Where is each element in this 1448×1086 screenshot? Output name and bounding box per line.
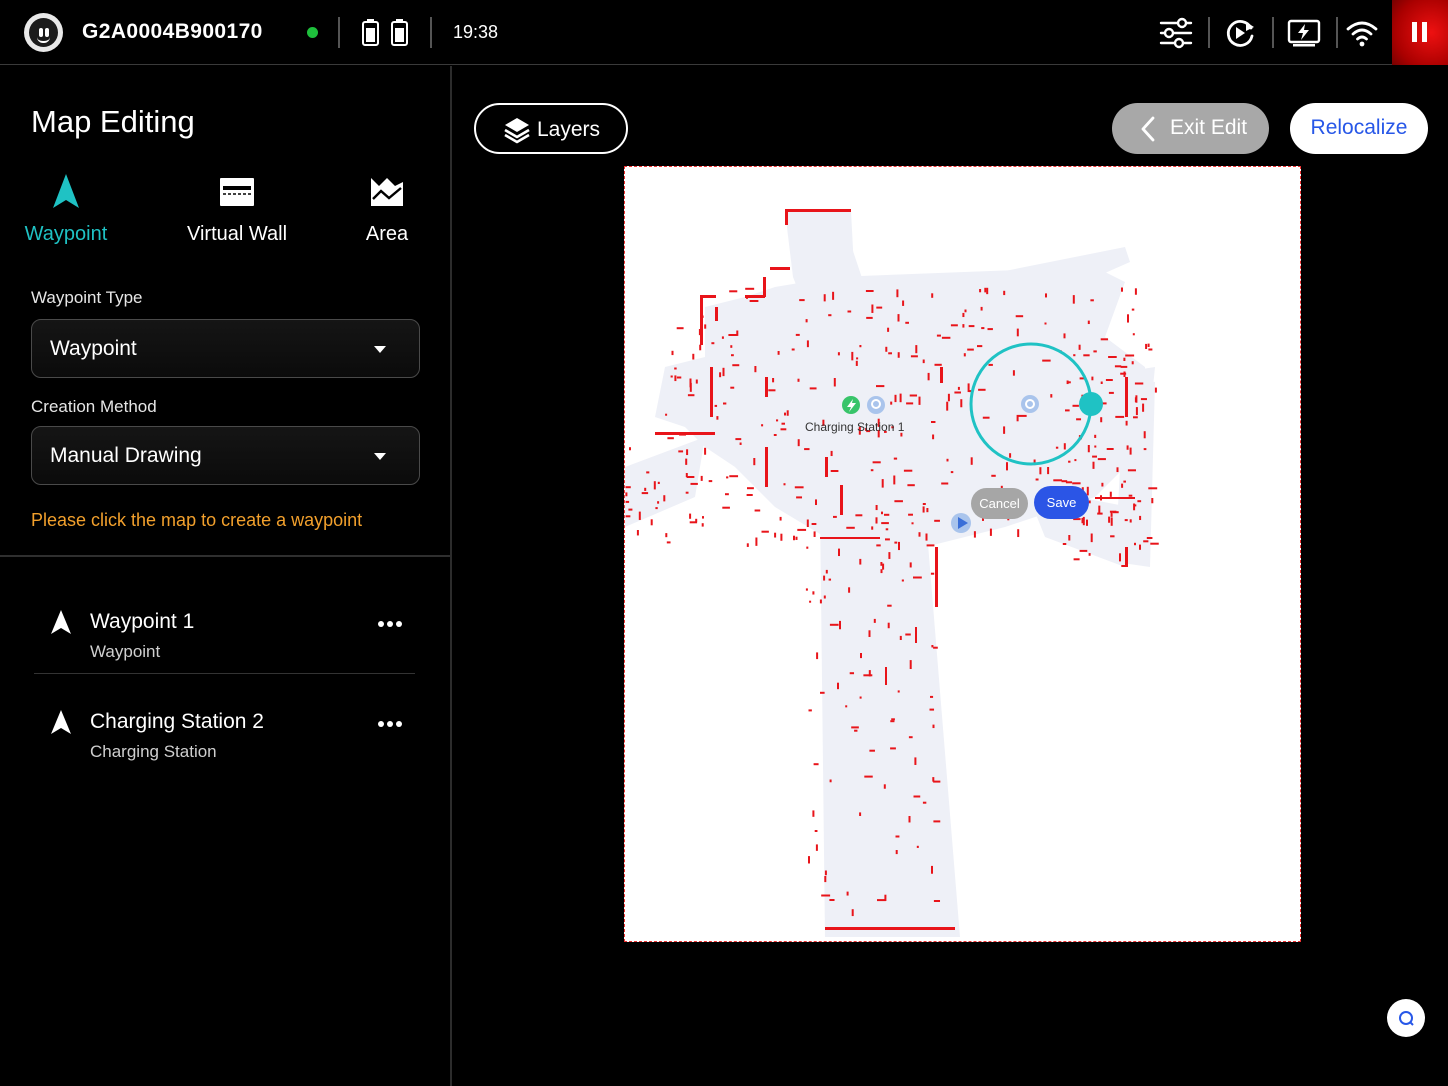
battery-icon: [362, 19, 379, 46]
panel-title: Map Editing: [31, 104, 195, 139]
charging-station-label: Charging Station 1: [805, 420, 905, 434]
locate-robot-button[interactable]: [1387, 999, 1425, 1037]
chevron-left-icon: [1141, 116, 1155, 142]
new-waypoint-marker-icon[interactable]: [1021, 395, 1039, 413]
tab-label: Waypoint: [24, 223, 108, 245]
relocalize-button[interactable]: Relocalize: [1290, 103, 1428, 154]
relocalize-label: Relocalize: [1310, 116, 1408, 139]
occupancy-map: [625, 209, 1159, 937]
caret-down-icon: [374, 453, 386, 460]
navigation-arrow-icon: [51, 610, 71, 634]
caret-down-icon: [374, 346, 386, 353]
area-icon: [371, 178, 403, 206]
battery-icon: [391, 19, 408, 46]
more-options-icon[interactable]: [373, 618, 407, 630]
map-editing-panel: Map Editing Waypoint Virtual Wall Area W…: [0, 66, 450, 1086]
separator: [430, 17, 432, 48]
separator: [1208, 17, 1210, 48]
tab-area[interactable]: Area: [312, 172, 462, 246]
instruction-hint: Please click the map to create a waypoin…: [31, 510, 363, 530]
waypoint-type-select[interactable]: Waypoint: [31, 319, 420, 378]
top-status-bar: G2A0004B900170 19:38: [0, 0, 1448, 65]
layers-label: Layers: [537, 118, 601, 141]
map-canvas[interactable]: [624, 166, 1301, 942]
tab-virtual-wall[interactable]: Virtual Wall: [162, 172, 312, 246]
device-id: G2A0004B900170: [82, 20, 263, 43]
layers-button[interactable]: Layers: [474, 103, 628, 154]
separator: [1336, 17, 1338, 48]
divider: [34, 673, 415, 674]
divider: [0, 555, 450, 557]
navigation-arrow-icon: [53, 174, 79, 208]
connection-status-dot: [307, 27, 318, 38]
separator: [1272, 17, 1274, 48]
list-item-title: Waypoint 1: [90, 610, 195, 633]
list-item-subtitle: Waypoint: [90, 642, 161, 661]
panel-divider: [450, 66, 452, 1086]
free-space: [625, 211, 1155, 937]
navigation-arrow-icon: [51, 710, 71, 734]
tab-label: Area: [365, 223, 409, 245]
pause-icon: [1412, 22, 1417, 42]
list-item-charging-station-2[interactable]: Charging Station 2 Charging Station: [34, 678, 415, 778]
charging-screen-icon[interactable]: [1285, 14, 1323, 52]
tab-label: Virtual Wall: [186, 223, 288, 245]
exit-edit-button[interactable]: Exit Edit: [1112, 103, 1269, 154]
layers-icon: [504, 118, 530, 144]
separator: [338, 17, 340, 48]
list-item-subtitle: Charging Station: [90, 742, 217, 761]
cancel-button[interactable]: Cancel: [971, 488, 1028, 519]
sync-icon[interactable]: [1221, 14, 1259, 52]
list-item-waypoint-1[interactable]: Waypoint 1 Waypoint: [34, 578, 415, 678]
creation-method-select[interactable]: Manual Drawing: [31, 426, 420, 485]
robot-position-icon: [867, 396, 885, 414]
creation-method-label: Creation Method: [31, 397, 157, 416]
select-value: Waypoint: [50, 337, 137, 360]
wifi-icon[interactable]: [1343, 14, 1381, 52]
waypoint-type-label: Waypoint Type: [31, 288, 143, 307]
save-button[interactable]: Save: [1034, 486, 1089, 519]
virtual-wall-icon: [220, 178, 254, 206]
robot-face-icon[interactable]: [24, 13, 63, 52]
rotation-handle[interactable]: [1079, 392, 1103, 416]
pause-button[interactable]: [1392, 0, 1448, 65]
tab-waypoint[interactable]: Waypoint: [0, 172, 141, 246]
locate-icon: [1399, 1011, 1414, 1026]
settings-sliders-icon[interactable]: [1157, 14, 1195, 52]
exit-edit-label: Exit Edit: [1170, 116, 1248, 139]
more-options-icon[interactable]: [373, 718, 407, 730]
list-item-title: Charging Station 2: [90, 710, 264, 733]
select-value: Manual Drawing: [50, 444, 202, 467]
clock: 19:38: [453, 22, 499, 42]
